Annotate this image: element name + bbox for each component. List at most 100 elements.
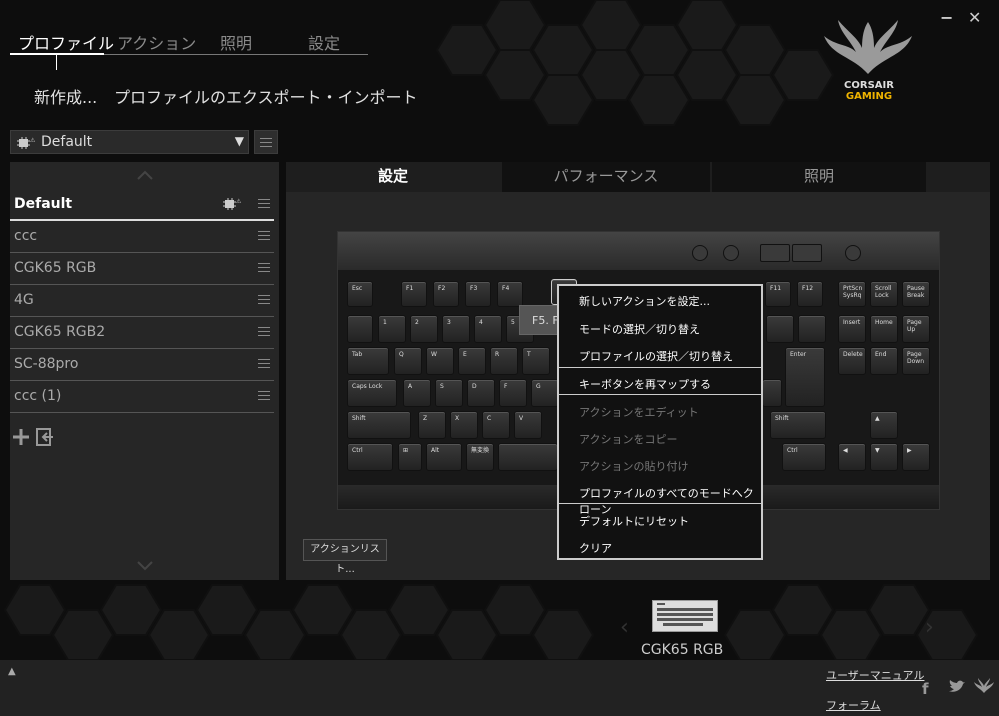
twitter-icon[interactable]: [948, 680, 966, 694]
key-a[interactable]: A: [403, 379, 431, 407]
key-f12[interactable]: F12: [797, 281, 823, 307]
key-e[interactable]: E: [458, 347, 486, 375]
key-f1[interactable]: F1: [401, 281, 427, 307]
key-d[interactable]: D: [467, 379, 495, 407]
hamburger-icon[interactable]: [258, 327, 270, 336]
export-import-link[interactable]: プロファイルのエクスポート・インポート: [114, 84, 418, 108]
profile-item-default[interactable]: Default ⚠: [10, 189, 274, 221]
corsair-small-icon[interactable]: [974, 678, 994, 694]
profile-item[interactable]: CGK65 RGB: [10, 253, 274, 285]
profile-menu-button[interactable]: [254, 130, 278, 154]
key-end[interactable]: End: [870, 347, 898, 375]
key-f4[interactable]: F4: [497, 281, 523, 307]
hamburger-icon[interactable]: [258, 199, 270, 208]
hamburger-icon[interactable]: [258, 359, 270, 368]
key-2[interactable]: 2: [410, 315, 438, 343]
key-f[interactable]: F: [499, 379, 527, 407]
key-enter[interactable]: Enter: [785, 347, 825, 407]
profile-item[interactable]: ccc: [10, 221, 274, 253]
tab-profile[interactable]: プロファイル: [18, 30, 114, 54]
key-muhenkan[interactable]: 無変換: [466, 443, 494, 471]
key-left-alt[interactable]: Alt: [426, 443, 462, 471]
key-f2[interactable]: F2: [433, 281, 459, 307]
key-3[interactable]: 3: [442, 315, 470, 343]
key-x[interactable]: X: [450, 411, 478, 439]
key-f3[interactable]: F3: [465, 281, 491, 307]
key-v[interactable]: V: [514, 411, 542, 439]
hamburger-icon[interactable]: [258, 263, 270, 272]
key-4[interactable]: 4: [474, 315, 502, 343]
key-left-shift[interactable]: Shift: [347, 411, 411, 439]
key-page-down[interactable]: Page Down: [902, 347, 930, 375]
key-home[interactable]: Home: [870, 315, 898, 343]
key-hankaku[interactable]: [347, 315, 373, 343]
key-space[interactable]: [498, 443, 558, 471]
key-scroll-lock[interactable]: Scroll Lock: [870, 281, 898, 307]
add-profile-icon[interactable]: [12, 428, 30, 446]
menu-item-clear[interactable]: クリア: [579, 540, 612, 556]
key-page-up[interactable]: Page Up: [902, 315, 930, 343]
key-q[interactable]: Q: [394, 347, 422, 375]
key-g[interactable]: G: [531, 379, 559, 407]
menu-item-new-action[interactable]: 新しいアクションを設定...: [579, 293, 710, 309]
key-arrow-left[interactable]: ◀: [838, 443, 866, 471]
key-z[interactable]: Z: [418, 411, 446, 439]
key-pause[interactable]: Pause Break: [902, 281, 930, 307]
keyboard-device-icon[interactable]: [652, 600, 718, 632]
device-next-icon[interactable]: ›: [925, 615, 934, 640]
key-left-ctrl[interactable]: Ctrl: [347, 443, 393, 471]
menu-item-mode-switch[interactable]: モードの選択／切り替え: [579, 321, 700, 337]
scroll-down-icon[interactable]: [137, 561, 153, 571]
device-prev-icon[interactable]: ‹: [620, 615, 629, 640]
key-insert[interactable]: Insert: [838, 315, 866, 343]
tab-action[interactable]: アクション: [117, 30, 196, 54]
hamburger-icon[interactable]: [258, 295, 270, 304]
key-backspace[interactable]: [798, 315, 826, 343]
volume-up-key[interactable]: [792, 244, 822, 262]
scroll-up-icon[interactable]: [137, 170, 153, 180]
mute-button-icon[interactable]: [723, 245, 739, 261]
key-windows[interactable]: ⊞: [398, 443, 422, 471]
hamburger-icon[interactable]: [258, 231, 270, 240]
key-tab[interactable]: Tab: [347, 347, 389, 375]
key-w[interactable]: W: [426, 347, 454, 375]
key-esc[interactable]: Esc: [347, 281, 373, 307]
profile-item[interactable]: ccc (1): [10, 381, 274, 413]
lock-button-icon[interactable]: [845, 245, 861, 261]
tab-lighting[interactable]: 照明: [220, 30, 252, 54]
key-r[interactable]: R: [490, 347, 518, 375]
facebook-icon[interactable]: f: [922, 680, 929, 698]
key-f11[interactable]: F11: [765, 281, 791, 307]
lighting-button-icon[interactable]: [692, 245, 708, 261]
profile-item[interactable]: CGK65 RGB2: [10, 317, 274, 349]
profile-select[interactable]: ⚠ Default ▼: [10, 130, 249, 154]
key-c[interactable]: C: [482, 411, 510, 439]
key-prtsc[interactable]: PrtScn SysRq: [838, 281, 866, 307]
key-mu[interactable]: [762, 379, 782, 407]
tab-lighting-main[interactable]: 照明: [712, 162, 926, 193]
new-profile-link[interactable]: 新作成...: [34, 84, 97, 108]
key-backslash[interactable]: [766, 315, 794, 343]
key-arrow-down[interactable]: ▼: [870, 443, 898, 471]
forum-link[interactable]: フォーラム: [826, 697, 881, 713]
tab-performance[interactable]: パフォーマンス: [502, 162, 710, 193]
expand-panel-icon[interactable]: ▲: [8, 666, 16, 677]
action-list-button[interactable]: アクションリスト...: [303, 539, 387, 575]
key-arrow-right[interactable]: ▶: [902, 443, 930, 471]
key-t[interactable]: T: [522, 347, 550, 375]
profile-item[interactable]: SC-88pro: [10, 349, 274, 381]
key-1[interactable]: 1: [378, 315, 406, 343]
key-s[interactable]: S: [435, 379, 463, 407]
close-button[interactable]: ✕: [968, 8, 981, 27]
menu-item-remap-key[interactable]: キーボタンを再マップする: [579, 376, 711, 392]
tab-config[interactable]: 設定: [286, 162, 500, 192]
key-delete[interactable]: Delete: [838, 347, 866, 375]
import-profile-icon[interactable]: [36, 428, 54, 446]
key-arrow-up[interactable]: ▲: [870, 411, 898, 439]
key-right-ctrl[interactable]: Ctrl: [782, 443, 826, 471]
minimize-button[interactable]: −: [940, 8, 953, 27]
menu-item-reset-default[interactable]: デフォルトにリセット: [579, 513, 689, 529]
hamburger-icon[interactable]: [258, 391, 270, 400]
volume-down-key[interactable]: [760, 244, 790, 262]
profile-item[interactable]: 4G: [10, 285, 274, 317]
